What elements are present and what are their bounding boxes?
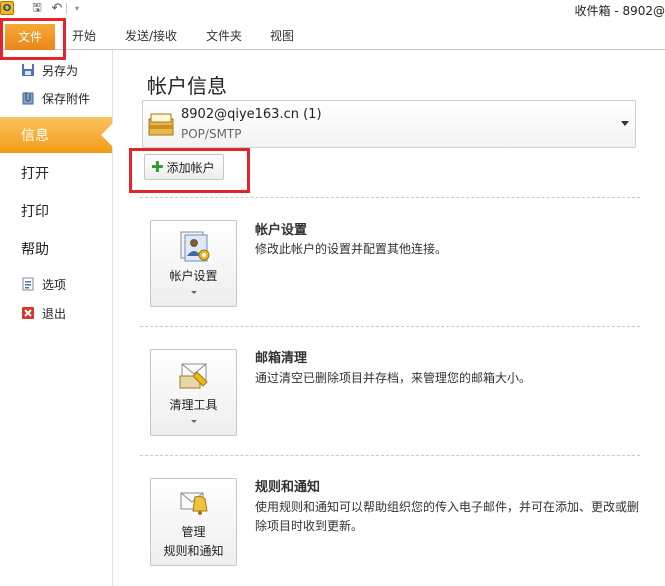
account-info-panel: 帐户信息 8902@qiye163.cn (1) POP/SMTP ✚ 添加帐户 xyxy=(114,50,665,586)
chevron-down-icon xyxy=(191,291,197,294)
manage-rules-button-label-line1: 管理 xyxy=(181,525,206,539)
cleanup-tools-button[interactable]: 清理工具 xyxy=(150,349,237,436)
undo-icon[interactable]: ↶ xyxy=(50,1,64,16)
menu-save-as-label: 另存为 xyxy=(42,63,79,78)
menu-exit-label: 退出 xyxy=(42,306,67,321)
save-as-icon xyxy=(20,62,36,78)
tab-file[interactable]: 文件 xyxy=(5,24,55,50)
title-bar: O 🖫 ↶ ▾ 收件箱 - 8902@ xyxy=(0,0,665,20)
mailbox-icon xyxy=(147,111,175,137)
cleanup-tools-button-label: 清理工具 xyxy=(169,398,218,412)
dropdown-arrow-icon xyxy=(621,121,629,126)
account-settings-description: 修改此帐户的设置并配置其他连接。 xyxy=(255,242,448,256)
menu-save-attachments-label: 保存附件 xyxy=(42,91,91,106)
outlook-app-icon[interactable]: O xyxy=(0,1,14,15)
account-type: POP/SMTP xyxy=(181,127,242,141)
exit-icon xyxy=(20,305,36,321)
rules-alerts-title: 规则和通知 xyxy=(255,480,321,495)
manage-rules-button[interactable]: 管理 规则和通知 xyxy=(150,478,237,566)
window-title: 收件箱 - 8902@ xyxy=(574,4,665,18)
rules-alerts-icon xyxy=(177,485,211,519)
menu-save-attachments[interactable]: 保存附件 xyxy=(0,86,112,110)
tab-folder[interactable]: 文件夹 xyxy=(206,26,242,46)
options-icon xyxy=(20,276,36,292)
mailbox-cleanup-title: 邮箱清理 xyxy=(255,351,308,366)
cleanup-tools-icon xyxy=(177,358,211,392)
customize-toolbar-icon[interactable]: ▾ xyxy=(70,1,84,15)
tab-home[interactable]: 开始 xyxy=(72,26,96,46)
account-settings-button[interactable]: 帐户设置 xyxy=(150,220,237,307)
attachment-icon xyxy=(20,90,36,106)
menu-print[interactable]: 打印 xyxy=(0,193,112,229)
plus-icon: ✚ xyxy=(151,157,164,176)
divider xyxy=(140,326,640,327)
menu-open[interactable]: 打开 xyxy=(0,155,112,191)
account-name: 8902@qiye163.cn (1) xyxy=(181,107,322,122)
account-selector[interactable]: 8902@qiye163.cn (1) POP/SMTP xyxy=(142,100,636,148)
toolbar-divider xyxy=(66,3,67,14)
account-settings-icon xyxy=(177,229,211,263)
menu-help[interactable]: 帮助 xyxy=(0,231,112,267)
menu-info-label: 信息 xyxy=(21,128,49,144)
menu-options[interactable]: 选项 xyxy=(0,272,112,296)
page-title: 帐户信息 xyxy=(147,74,227,98)
ribbon-tab-bar: 文件 开始 发送/接收 文件夹 视图 xyxy=(0,20,665,50)
menu-info[interactable]: 信息 xyxy=(0,117,113,153)
menu-print-label: 打印 xyxy=(21,204,49,220)
tab-send-receive[interactable]: 发送/接收 xyxy=(125,26,177,46)
menu-help-label: 帮助 xyxy=(21,242,49,258)
tab-view[interactable]: 视图 xyxy=(270,26,294,46)
mailbox-cleanup-description: 通过清空已删除项目并存档，来管理您的邮箱大小。 xyxy=(255,371,532,385)
menu-exit[interactable]: 退出 xyxy=(0,301,112,325)
menu-open-label: 打开 xyxy=(21,166,49,182)
account-settings-button-label: 帐户设置 xyxy=(169,269,218,283)
account-settings-title: 帐户设置 xyxy=(255,223,308,238)
save-icon[interactable]: 🖫 xyxy=(30,1,44,15)
chevron-down-icon xyxy=(191,420,197,423)
menu-options-label: 选项 xyxy=(42,277,67,292)
manage-rules-button-label-line2: 规则和通知 xyxy=(163,544,224,558)
divider xyxy=(140,197,640,198)
rules-alerts-description: 使用规则和通知可以帮助组织您的传入电子邮件，并可在添加、更改或删除项目时收到更新… xyxy=(255,500,640,533)
divider xyxy=(140,455,640,456)
menu-save-as[interactable]: 另存为 xyxy=(0,58,112,82)
add-account-button[interactable]: ✚ 添加帐户 xyxy=(144,154,224,180)
add-account-label: 添加帐户 xyxy=(166,160,215,175)
backstage-menu: 另存为 保存附件 信息 打开 打印 帮助 选项 退出 xyxy=(0,50,113,586)
